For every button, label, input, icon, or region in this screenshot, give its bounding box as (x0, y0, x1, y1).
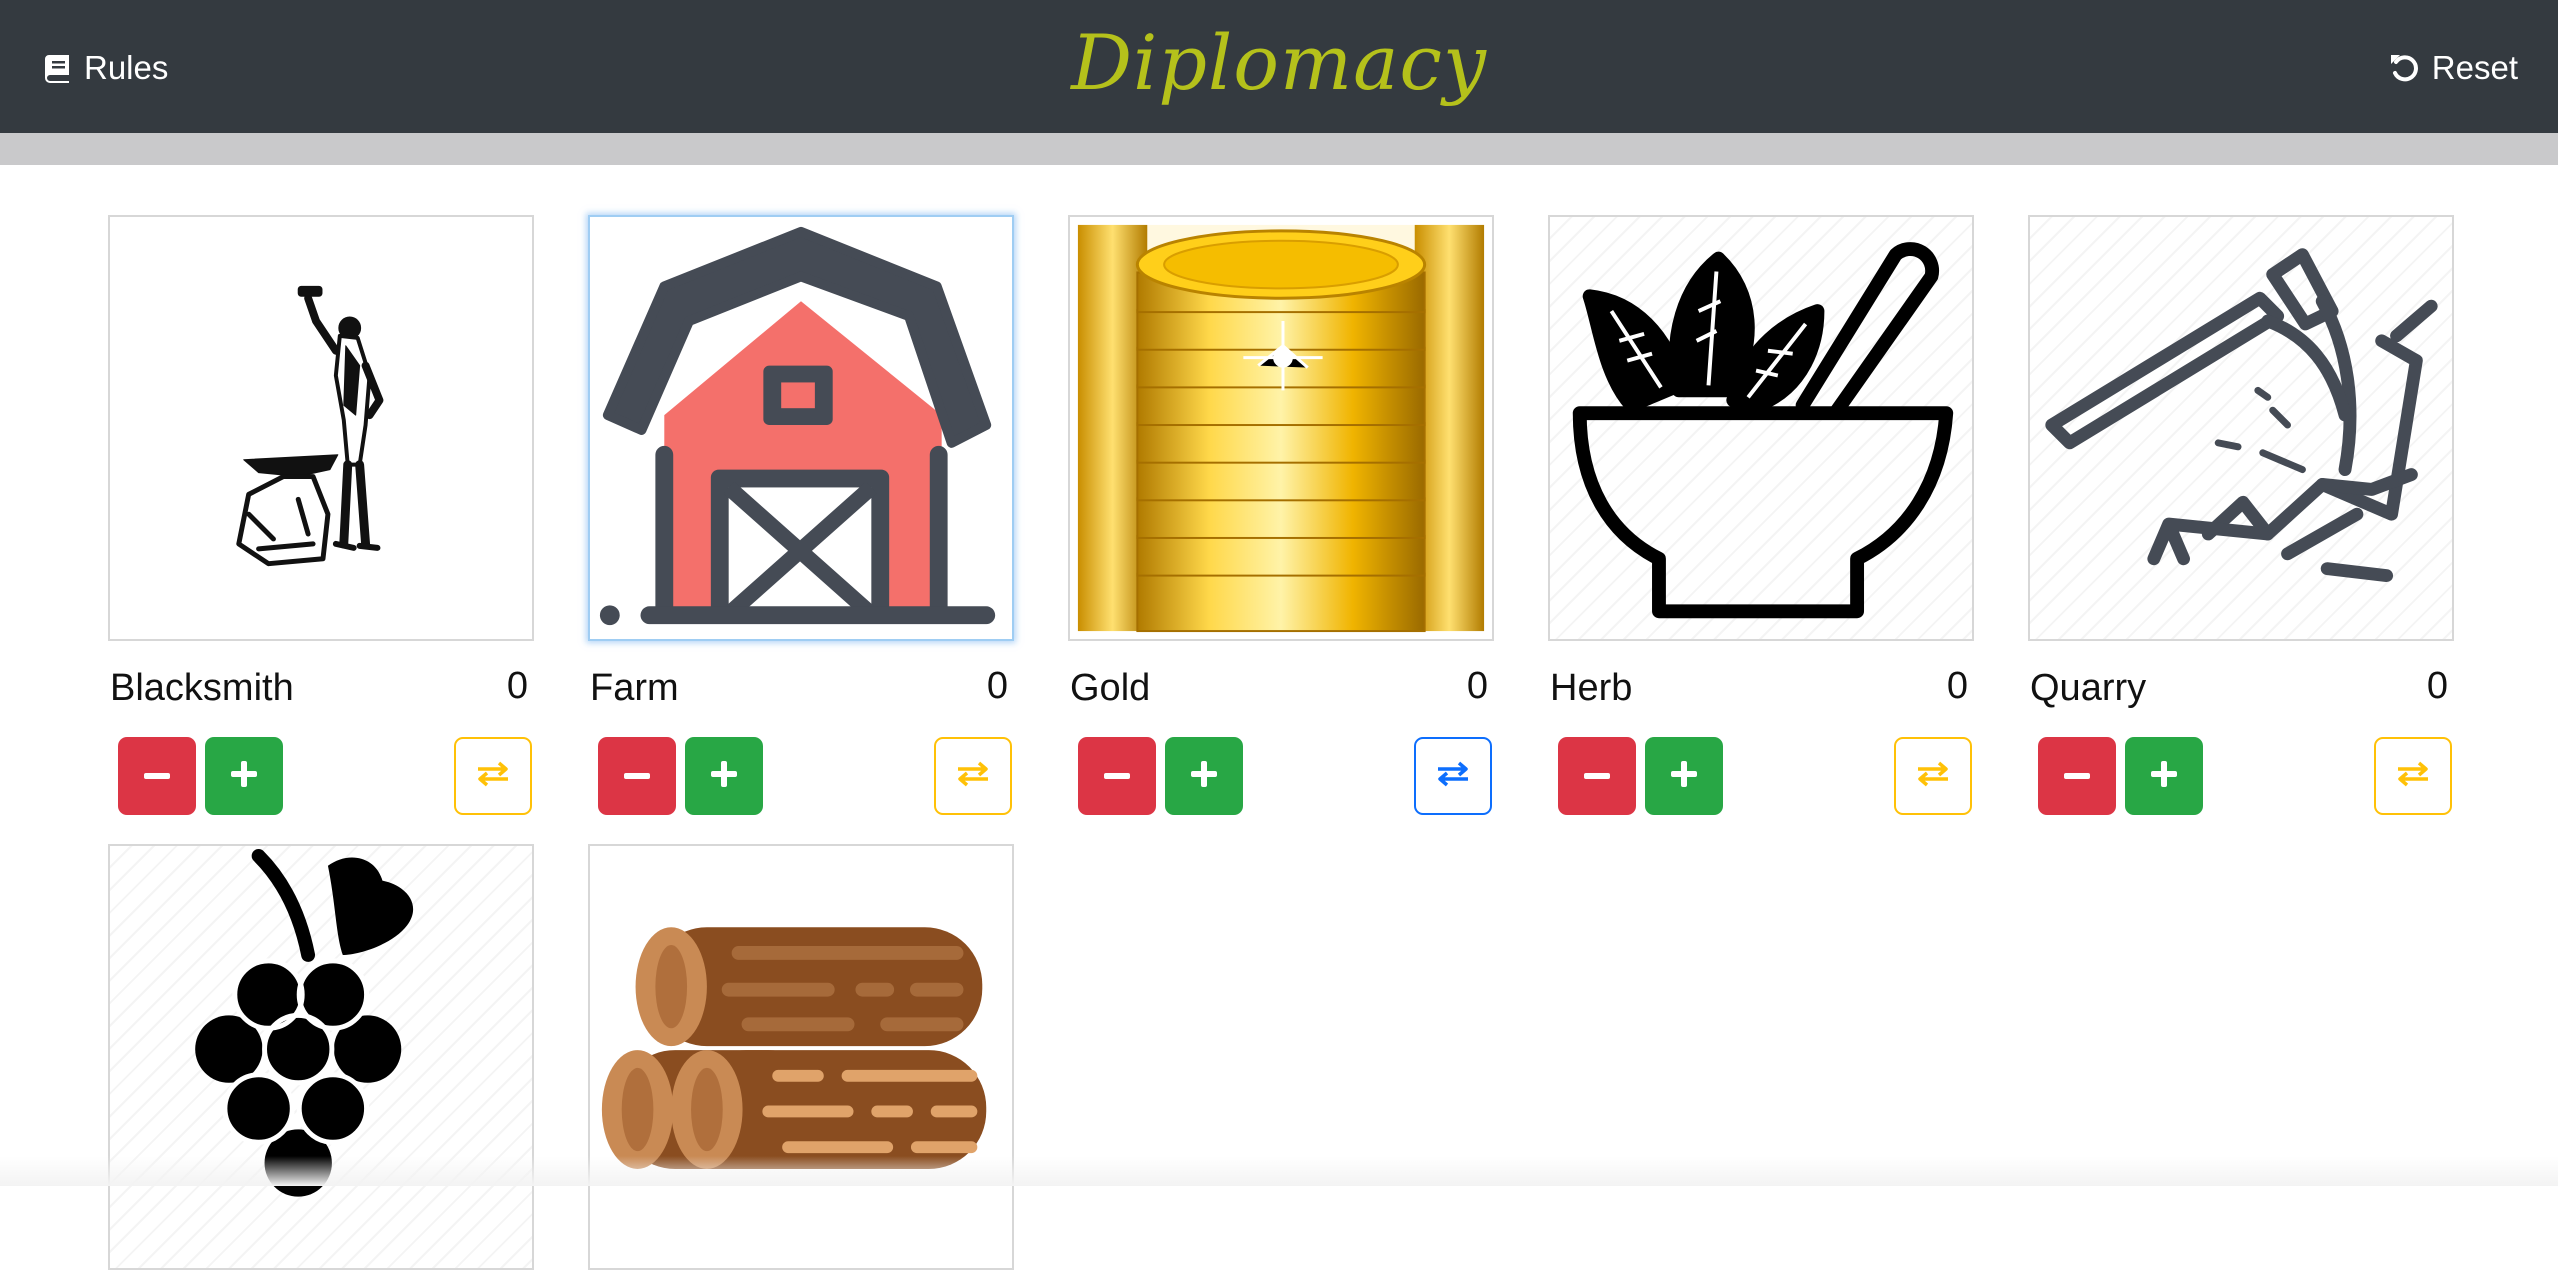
resource-name: Herb (1550, 667, 1633, 709)
minus-icon (2064, 767, 2090, 785)
trade-button[interactable] (934, 737, 1012, 815)
plus-icon (1191, 760, 1217, 792)
increment-button[interactable] (2125, 737, 2203, 815)
resource-tile-lumber[interactable] (588, 844, 1014, 1270)
resource-count: 0 (1946, 665, 1968, 707)
grapes-icon (195, 848, 414, 1197)
resource-tile-grapes[interactable] (108, 844, 534, 1270)
decrement-button[interactable] (2038, 737, 2116, 815)
decrement-button[interactable] (598, 737, 676, 815)
increment-button[interactable] (685, 737, 763, 815)
pickaxe-icon (2045, 248, 2438, 583)
minus-icon (624, 767, 650, 785)
resource-name: Quarry (2030, 667, 2147, 709)
minus-icon (1104, 767, 1130, 785)
increment-button[interactable] (205, 737, 283, 815)
exchange-icon (1435, 759, 1471, 794)
barn-icon (599, 226, 996, 626)
resource-tile-herb[interactable] (1548, 215, 1974, 641)
increment-button[interactable] (1645, 737, 1723, 815)
plus-icon (1671, 760, 1697, 792)
undo-icon (2388, 51, 2422, 85)
resource-tile-quarry[interactable] (2028, 215, 2454, 641)
exchange-icon (2395, 759, 2431, 794)
resource-count: 0 (1466, 665, 1488, 707)
trade-button[interactable] (1414, 737, 1492, 815)
resource-count: 0 (2426, 665, 2448, 707)
resource-name: Gold (1070, 667, 1151, 709)
exchange-icon (1915, 759, 1951, 794)
reset-label: Reset (2431, 49, 2518, 86)
plus-icon (2151, 760, 2177, 792)
plus-icon (231, 760, 257, 792)
trade-button[interactable] (454, 737, 532, 815)
exchange-icon (955, 759, 991, 794)
resource-row: Gold 0 (1068, 661, 1494, 713)
progress-bar (0, 133, 2558, 165)
resource-count: 0 (506, 665, 528, 707)
plus-icon (711, 760, 737, 792)
decrement-button[interactable] (1558, 737, 1636, 815)
navbar: Rules Diplomacy Reset (0, 0, 2558, 133)
resource-tile-farm[interactable] (588, 215, 1014, 641)
resource-row: Herb 0 (1548, 661, 1974, 713)
resource-row: Farm 0 (588, 661, 1014, 713)
decrement-button[interactable] (1078, 737, 1156, 815)
reset-button[interactable]: Reset (2388, 44, 2518, 92)
resource-tile-blacksmith[interactable] (108, 215, 534, 641)
minus-icon (1584, 767, 1610, 785)
blacksmith-icon (236, 285, 384, 567)
resource-row: Quarry 0 (2028, 661, 2454, 713)
resource-tile-gold[interactable] (1068, 215, 1494, 641)
resource-name: Blacksmith (110, 667, 294, 709)
decrement-button[interactable] (118, 737, 196, 815)
increment-button[interactable] (1165, 737, 1243, 815)
logs-icon (601, 927, 987, 1169)
resource-row: Blacksmith 0 (108, 661, 534, 713)
app-title: Diplomacy (1071, 18, 1487, 107)
gold-coins-icon (1077, 224, 1485, 633)
exchange-icon (475, 759, 511, 794)
trade-button[interactable] (1894, 737, 1972, 815)
trade-button[interactable] (2374, 737, 2452, 815)
resource-count: 0 (986, 665, 1008, 707)
resource-name: Farm (590, 667, 679, 709)
minus-icon (144, 767, 170, 785)
mortar-pestle-icon (1572, 242, 1954, 619)
